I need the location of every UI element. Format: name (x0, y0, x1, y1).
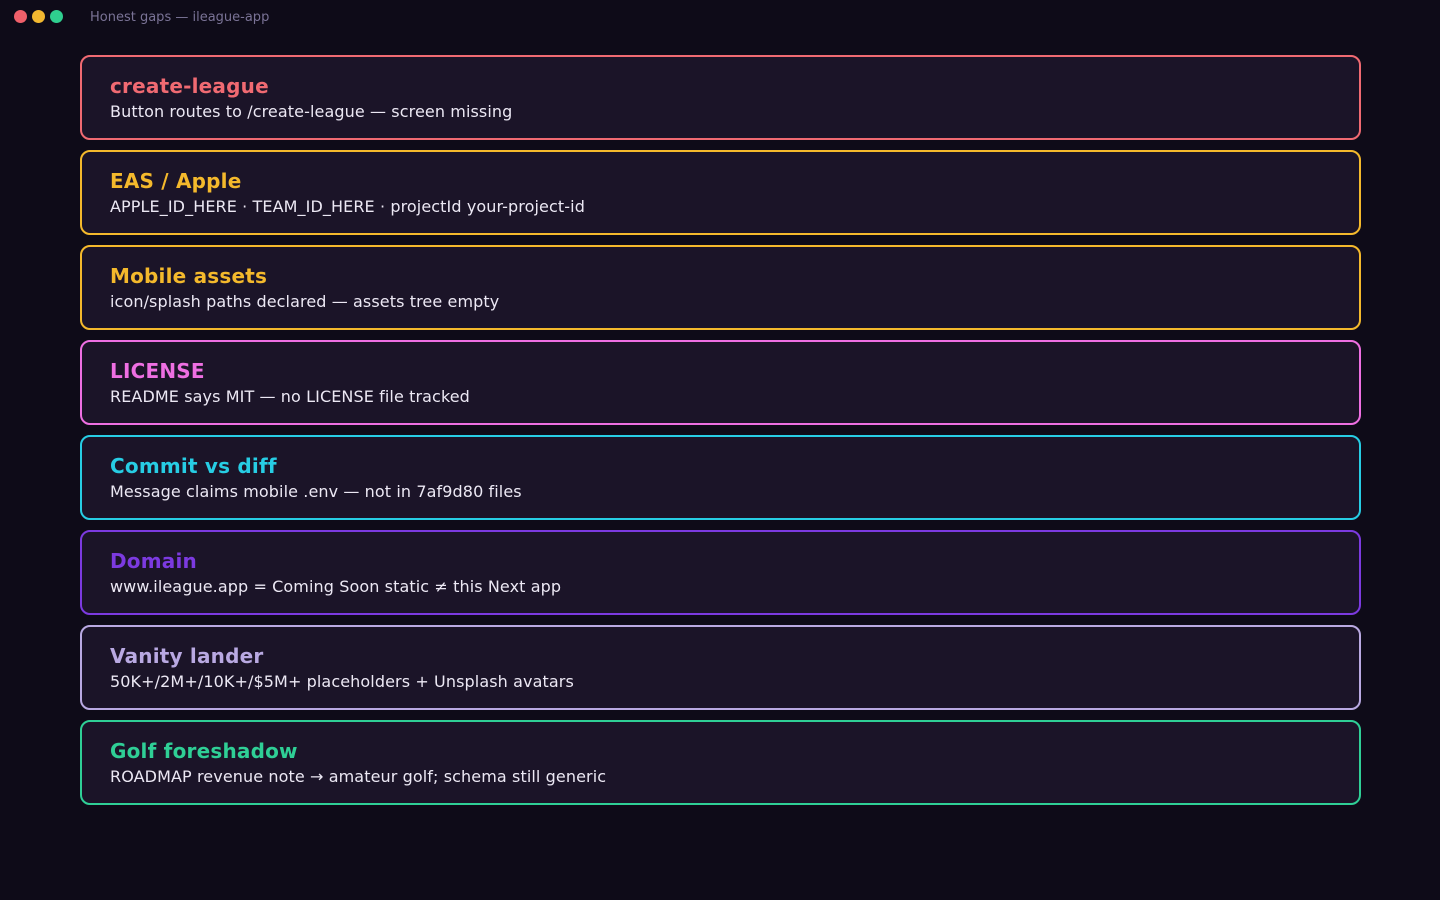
gap-card-commit-vs-diff: Commit vs diff Message claims mobile .en… (80, 435, 1361, 520)
close-window-button[interactable] (14, 10, 27, 23)
gap-card-list: create-league Button routes to /create-l… (80, 55, 1361, 815)
card-title: Domain (110, 549, 197, 573)
gap-card-domain: Domain www.ileague.app = Coming Soon sta… (80, 530, 1361, 615)
card-description: 50K+/2M+/10K+/$5M+ placeholders + Unspla… (110, 672, 574, 691)
gap-card-vanity-lander: Vanity lander 50K+/2M+/10K+/$5M+ placeho… (80, 625, 1361, 710)
gap-card-license: LICENSE README says MIT — no LICENSE fil… (80, 340, 1361, 425)
card-title: LICENSE (110, 359, 205, 383)
card-title: EAS / Apple (110, 169, 242, 193)
gap-card-mobile-assets: Mobile assets icon/splash paths declared… (80, 245, 1361, 330)
card-description: README says MIT — no LICENSE file tracke… (110, 387, 470, 406)
card-title: Mobile assets (110, 264, 268, 288)
card-title: create-league (110, 74, 269, 98)
gap-card-create-league: create-league Button routes to /create-l… (80, 55, 1361, 140)
card-description: www.ileague.app = Coming Soon static ≠ t… (110, 577, 562, 596)
minimize-window-button[interactable] (32, 10, 45, 23)
gap-card-eas-apple: EAS / Apple APPLE_ID_HERE · TEAM_ID_HERE… (80, 150, 1361, 235)
card-title: Golf foreshadow (110, 739, 298, 763)
card-title: Vanity lander (110, 644, 264, 668)
card-description: Button routes to /create-league — screen… (110, 102, 513, 121)
window-titlebar: Honest gaps — ileague-app (0, 0, 1440, 36)
card-description: icon/splash paths declared — assets tree… (110, 292, 500, 311)
maximize-window-button[interactable] (50, 10, 63, 23)
card-title: Commit vs diff (110, 454, 277, 478)
window-title: Honest gaps — ileague-app (90, 10, 270, 25)
card-description: Message claims mobile .env — not in 7af9… (110, 482, 522, 501)
gap-card-golf-foreshadow: Golf foreshadow ROADMAP revenue note → a… (80, 720, 1361, 805)
card-description: APPLE_ID_HERE · TEAM_ID_HERE · projectId… (110, 197, 585, 216)
card-description: ROADMAP revenue note → amateur golf; sch… (110, 767, 607, 786)
